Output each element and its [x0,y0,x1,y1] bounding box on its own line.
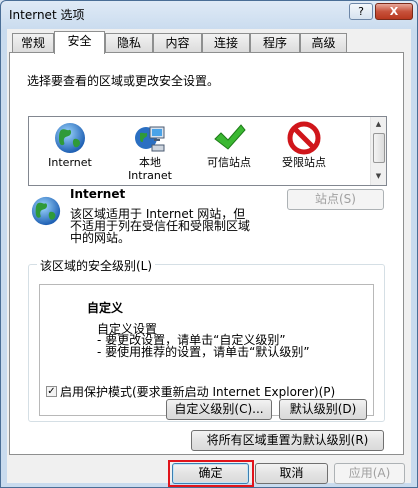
zone-list: Internet 本地 Intranet 可信站点 受限站点 ▲ ▼ [28,116,387,186]
zone-globe-icon [31,196,61,226]
select-zone-label: 选择要查看的区域或更改安全设置。 [27,74,220,88]
security-level-box: 自定义 自定义设置 - 要更改设置，请单击“自定义级别” - 要使用推荐的设置，… [39,284,374,420]
security-level-line-3: - 要使用推荐的设置，请单击“默认级别” [97,345,310,359]
checkmark-icon [214,124,246,150]
tab-advanced[interactable]: 高级 [300,33,347,52]
zone-restricted-sites-label: 受限站点 [282,156,326,169]
tab-content[interactable]: 内容 [153,33,202,52]
zone-detail-description: 该区域适用于 Internet 网站，但 不适用于列在受信任和受限制区域 中的网… [70,207,251,245]
zone-trusted-sites-label: 可信站点 [207,156,251,169]
apply-button[interactable]: 应用(A) [334,463,405,484]
tab-privacy[interactable]: 隐私 [105,33,153,52]
security-level-group: 该区域的安全级别(L) 自定义 自定义设置 - 要更改设置，请单击“自定义级别”… [28,257,385,422]
protected-mode-checkbox[interactable]: ✓ [46,386,57,397]
cancel-button[interactable]: 取消 [255,463,328,484]
zone-list-scrollbar[interactable]: ▲ ▼ [370,117,386,185]
ok-button-highlight [168,460,254,487]
security-level-name: 自定义 [87,301,124,315]
restricted-icon [287,121,321,155]
security-level-group-title: 该区域的安全级别(L) [37,257,156,274]
zone-detail-title: Internet [70,187,126,201]
reset-all-zones-button[interactable]: 将所有区域重置为默认级别(R) [191,430,384,451]
security-panel: 选择要查看的区域或更改安全设置。 Internet 本地 Intranet 可信… [9,52,404,455]
tab-connections[interactable]: 连接 [202,33,250,52]
zone-internet[interactable]: Internet [32,120,108,180]
scroll-down-icon[interactable]: ▼ [372,170,385,183]
title-bar: Internet 选项 ? X [1,1,417,27]
tab-programs[interactable]: 程序 [250,33,300,52]
scroll-up-icon[interactable]: ▲ [372,118,385,131]
default-level-button[interactable]: 默认级别(D) [279,399,367,420]
tab-security[interactable]: 安全 [54,31,105,54]
intranet-icon [135,126,165,152]
help-button[interactable]: ? [349,3,373,20]
custom-level-button[interactable]: 自定义级别(C)... [166,399,272,420]
internet-options-window: Internet 选项 ? X 常规 安全 隐私 内容 连接 程序 高级 选择要… [0,0,418,488]
scroll-thumb[interactable] [373,133,385,163]
zone-internet-label: Internet [48,156,92,169]
zone-local-intranet[interactable]: 本地 Intranet [112,120,188,182]
close-button[interactable]: X [375,3,413,20]
protected-mode-label[interactable]: 启用保护模式(要求重新启动 Internet Explorer)(P) [60,383,335,400]
zone-restricted-sites[interactable]: 受限站点 [266,120,342,180]
sites-button[interactable]: 站点(S) [287,189,384,210]
globe-icon [55,123,85,153]
window-title: Internet 选项 [9,8,85,22]
dialog-client: 常规 安全 隐私 内容 连接 程序 高级 选择要查看的区域或更改安全设置。 In… [7,29,411,484]
zone-local-intranet-label: 本地 Intranet [128,156,172,182]
tab-general[interactable]: 常规 [12,33,54,52]
zone-trusted-sites[interactable]: 可信站点 [191,120,267,180]
